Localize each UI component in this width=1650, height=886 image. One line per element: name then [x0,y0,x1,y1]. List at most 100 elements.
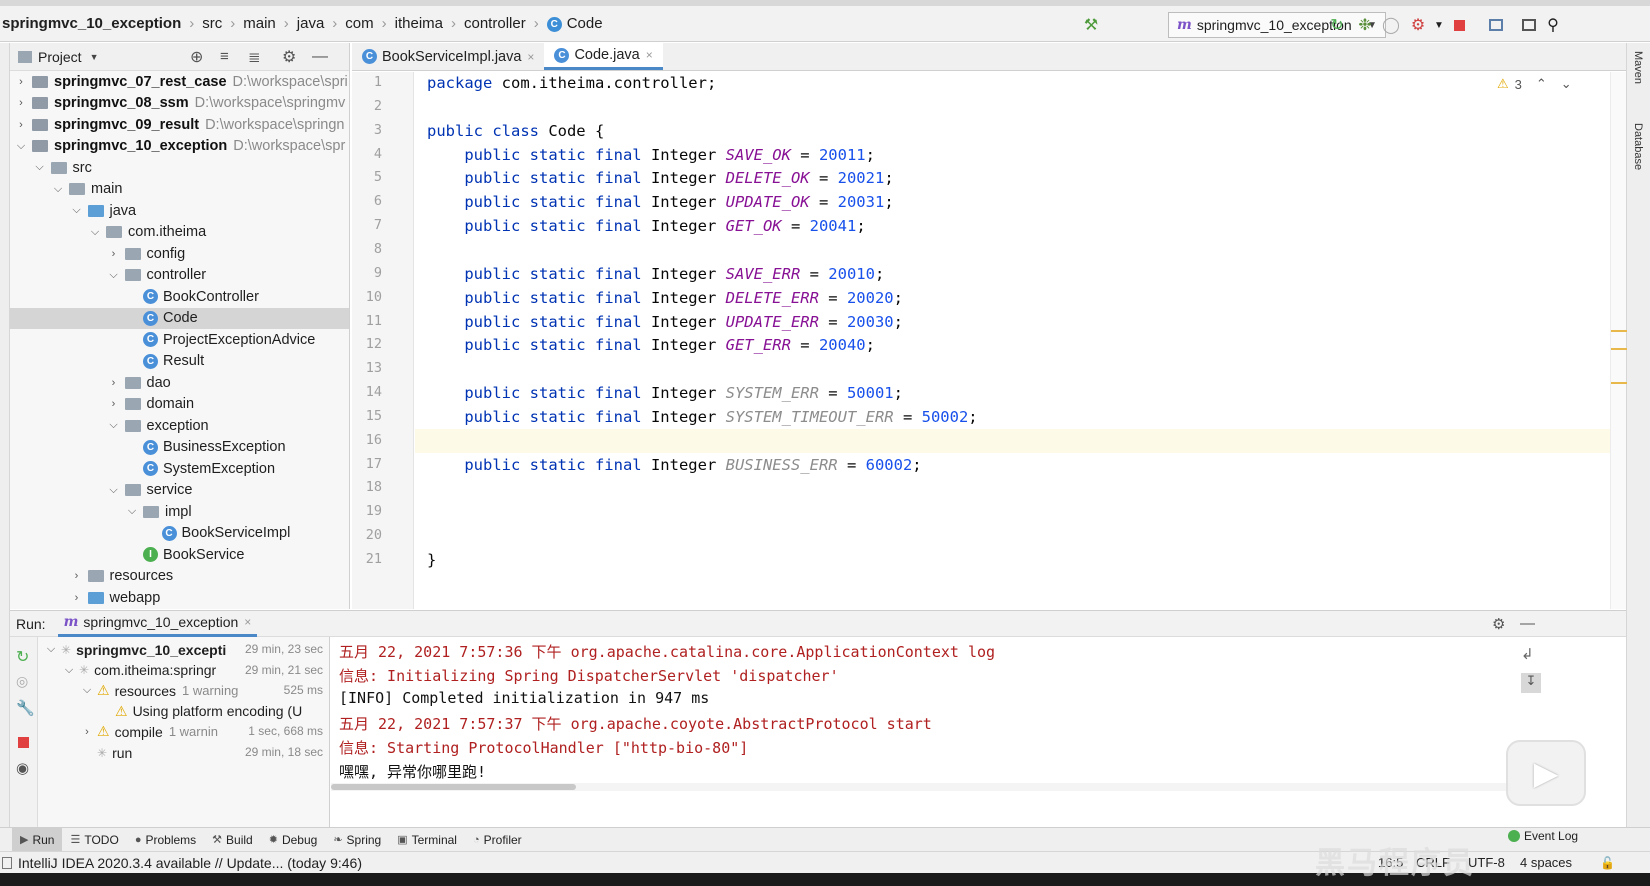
breadcrumb-item[interactable]: springmvc_10_exception [0,15,183,32]
tree-item[interactable]: › config [10,243,349,265]
gear-icon[interactable]: ⚙ [1492,615,1505,633]
chevron-down-icon[interactable]: ⌵ [51,183,65,196]
chevron-down-icon[interactable]: ⌵ [125,505,139,518]
breadcrumb-item[interactable]: java [295,15,327,32]
tree-item[interactable]: › dao [10,372,349,394]
chevron-down-icon[interactable]: ⌵ [33,161,47,174]
toggle-view-icon[interactable]: ◎ [16,673,28,690]
eye-icon[interactable]: ◉ [16,759,29,777]
chevron-down-icon[interactable]: ⌄ [1561,76,1572,92]
tree-item[interactable]: ⌵ com.itheima [10,222,349,244]
chevron-down-icon[interactable]: ⌵ [70,204,84,217]
chevron-right-icon[interactable]: › [14,119,28,131]
locate-icon[interactable]: ⊕ [190,47,203,67]
tree-item[interactable]: C Result [10,351,349,373]
tool-window-run[interactable]: ▶ Run [12,827,63,852]
chevron-down-icon[interactable]: ⌵ [107,419,121,432]
close-icon[interactable]: × [527,50,534,64]
chevron-right-icon[interactable]: › [14,76,28,88]
tree-item[interactable]: C Code [10,307,349,329]
warning-mark[interactable] [1611,330,1627,332]
tree-item[interactable]: C BookController [10,286,349,308]
warning-mark[interactable] [1611,348,1627,350]
chevron-right-icon[interactable]: › [70,592,84,604]
tree-item[interactable]: › webapp [10,587,349,609]
tree-item[interactable]: ⌵ java [10,200,349,222]
build-tree-item[interactable]: ⌵ ✳ com.itheima:springr [62,660,216,681]
soft-wrap-icon[interactable]: ↲ [1521,645,1534,663]
maven-tool-button[interactable]: Maven [1632,51,1644,84]
breadcrumb-item[interactable]: src [200,15,224,32]
tree-item[interactable]: ⌵ exception [10,415,349,437]
tool-window-problems[interactable]: ● Problems [127,828,204,852]
chevron-down-icon[interactable]: ⌵ [80,684,94,697]
run-config-tab[interactable]: m springmvc_10_exception × [57,611,258,637]
minimize-icon[interactable]: — [1520,615,1535,632]
tree-item[interactable]: ⌵ src [10,157,349,179]
chevron-right-icon[interactable]: › [14,97,28,109]
chevron-up-icon[interactable]: ⌃ [1536,76,1547,92]
tool-window-todo[interactable]: ☰ TODO [62,828,126,852]
tree-item[interactable]: C SystemException [10,458,349,480]
scrollbar-thumb[interactable] [331,784,576,790]
tree-item[interactable]: › springmvc_08_ssm D:\workspace\springmv [10,93,349,115]
chevron-right-icon[interactable]: › [107,398,121,410]
chevron-right-icon[interactable]: › [80,726,94,738]
rerun-icon[interactable]: ↻ [16,647,29,667]
inspection-widget[interactable]: ⚠ 3 ⌃ ⌄ [1497,76,1572,92]
search-icon[interactable]: ⚲ [1540,12,1566,38]
chevron-down-icon[interactable]: ▼ [90,52,99,62]
editor-tab[interactable]: C Code.java × [544,43,663,70]
horizontal-scrollbar[interactable] [331,783,1511,791]
build-tree-item[interactable]: ⌵ ✳ springmvc_10_excepti [44,639,226,660]
collapse-all-icon[interactable]: ≣ [248,48,261,66]
chevron-right-icon[interactable]: › [107,377,121,389]
chevron-down-icon[interactable]: ⌵ [107,484,121,497]
close-icon[interactable]: × [244,615,251,629]
breadcrumb-item[interactable]: com [343,15,375,32]
debug-icon[interactable]: ❉ [1352,12,1378,38]
chevron-right-icon[interactable]: › [107,248,121,260]
breadcrumb-item[interactable]: main [241,15,278,32]
build-tree-item[interactable]: › ⚠ compile 1 warnin [80,721,218,742]
tree-item[interactable]: ⌵ springmvc_10_exception D:\workspace\spr [10,136,349,158]
tree-item[interactable]: C ProjectExceptionAdvice [10,329,349,351]
tree-item[interactable]: › springmvc_07_rest_case D:\workspace\spri [10,71,349,93]
chevron-right-icon[interactable]: › [70,570,84,582]
chevron-down-icon[interactable]: ⌵ [107,269,121,282]
build-tree-item[interactable]: ✳ run [80,742,132,763]
status-toggle-icon[interactable] [2,856,12,869]
breadcrumb-item[interactable]: controller [462,15,528,32]
code-editor[interactable]: package com.itheima.controller; public cl… [415,72,1610,609]
event-log-button[interactable]: Event Log [1508,829,1578,843]
tree-item[interactable]: › resources [10,566,349,588]
video-play-overlay[interactable]: ▶ [1506,740,1586,806]
tool-window-build[interactable]: ⚒ Build [204,828,261,852]
gear-icon[interactable]: ⚙ [282,47,296,67]
error-stripe[interactable] [1610,72,1627,609]
stop-icon[interactable] [1446,12,1472,38]
tree-item[interactable]: ⌵ service [10,480,349,502]
minimize-icon[interactable]: — [312,48,328,66]
build-hammer-icon[interactable]: ⚒ [1078,12,1104,38]
tree-item[interactable]: ⌵ main [10,179,349,201]
console-output[interactable]: ↲ ↧ 五月 22, 2021 7:57:36 下午 org.apache.ca… [331,637,1626,827]
tree-item[interactable]: I BookService [10,544,349,566]
breadcrumb-item[interactable]: C Code [545,15,605,32]
tree-item[interactable]: C BookServiceImpl [10,523,349,545]
tool-window-profiler[interactable]: ◔ Profiler [465,828,530,852]
build-tree-item[interactable]: ⌵ ⚠ resources 1 warning [80,680,239,701]
tool-window-debug[interactable]: ✹ Debug [261,828,326,852]
tree-item[interactable]: › domain [10,394,349,416]
breadcrumb-item[interactable]: itheima [393,15,445,32]
chevron-down-icon[interactable]: ⌵ [88,226,102,239]
stop-icon[interactable] [18,737,29,748]
expand-all-icon[interactable]: ≡ [220,48,229,65]
rerun-icon[interactable]: ↻ [1324,12,1350,38]
lock-icon[interactable]: 🔓 [1600,856,1615,870]
tree-item[interactable]: › springmvc_09_result D:\workspace\springn [10,114,349,136]
chevron-down-icon[interactable]: ⌵ [44,643,58,656]
coverage-icon[interactable]: ◯ [1378,12,1404,38]
editor-tab[interactable]: C BookServiceImpl.java × [352,43,544,70]
project-panel-title[interactable]: Project [38,49,82,65]
